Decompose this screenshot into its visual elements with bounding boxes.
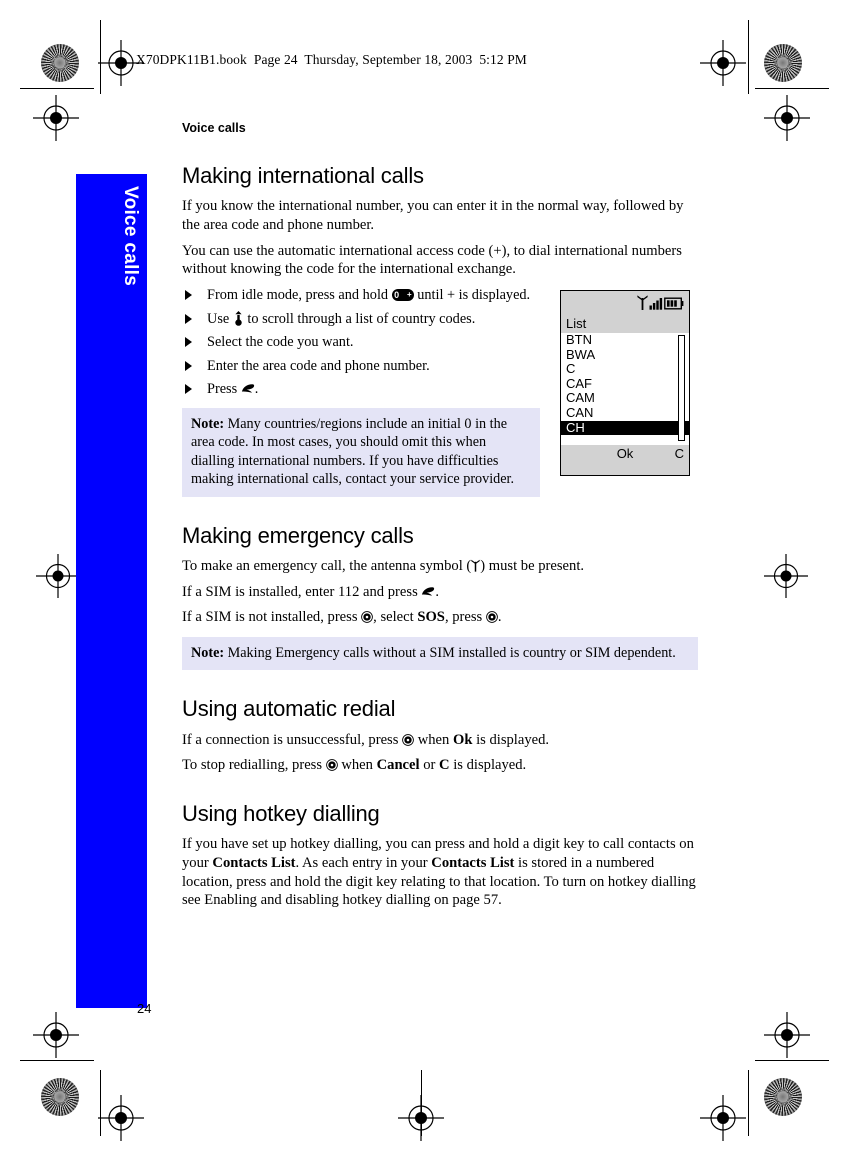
list-item: Select the code you want. bbox=[182, 333, 542, 352]
crop-line-bottom-left-horizontal bbox=[20, 1060, 94, 1061]
list-item: Press . bbox=[182, 380, 542, 399]
rosette-mark-bottom-left bbox=[41, 1078, 79, 1116]
international-paragraph-1: If you know the international number, yo… bbox=[182, 198, 684, 233]
crop-line-bottom-right-horizontal bbox=[755, 1060, 829, 1061]
registration-cross-bottom-right bbox=[700, 1095, 746, 1141]
softkey-icon bbox=[361, 611, 374, 624]
list-item: Use to scroll through a list of country … bbox=[182, 310, 542, 329]
redial-line-1: If a connection is unsuccessful, press w… bbox=[182, 731, 698, 750]
section-heading-international-calls: Making international calls bbox=[182, 163, 424, 188]
emergency-line-2: If a SIM is installed, enter 112 and pre… bbox=[182, 583, 698, 602]
antenna-icon bbox=[471, 559, 480, 572]
bullet-triangle-icon bbox=[185, 337, 192, 348]
note-text: Many countries/regions include an initia… bbox=[191, 415, 515, 488]
crop-line-top-left-horizontal bbox=[20, 88, 94, 89]
international-steps-list: From idle mode, press and hold 0 + until … bbox=[182, 286, 542, 399]
manual-page: X70DPK11B1.book Page 24 Thursday, Septem… bbox=[0, 0, 843, 1156]
note-box-international: Note: Many countries/regions include an … bbox=[182, 407, 540, 497]
send-key-icon bbox=[422, 586, 435, 596]
emergency-line-1-before: To make an emergency call, the antenna s… bbox=[182, 557, 472, 574]
chapter-side-tab: Voice calls bbox=[76, 174, 147, 1008]
emergency-line-1-after: ) must be present. bbox=[480, 557, 585, 574]
emergency-line-3: If a SIM is not installed, press , selec… bbox=[182, 608, 698, 627]
bullet-triangle-icon bbox=[185, 384, 192, 395]
step-text-after: to scroll through a list of country code… bbox=[243, 310, 476, 327]
redial-ok-bold: Ok bbox=[452, 731, 473, 748]
rosette-mark-top-right bbox=[764, 44, 802, 82]
crop-line-bottom-right-vertical bbox=[748, 1070, 749, 1136]
registration-cross-top-right bbox=[700, 40, 746, 86]
registration-cross-lower-right bbox=[764, 1012, 810, 1058]
emergency-line-3-a: If a SIM is not installed, press bbox=[182, 609, 362, 626]
page-content: Voice calls Making international calls I… bbox=[182, 121, 698, 910]
registration-cross-upper-right bbox=[764, 95, 810, 141]
emergency-line-3-d: . bbox=[497, 609, 502, 626]
navigation-key-icon bbox=[235, 310, 242, 326]
note-text: Making Emergency calls without a SIM ins… bbox=[227, 645, 676, 661]
registration-cross-lower-left bbox=[33, 1012, 79, 1058]
emergency-line-2-after: . bbox=[435, 583, 440, 600]
redial-line-1-c: is displayed. bbox=[472, 731, 550, 748]
registration-cross-upper-left bbox=[33, 95, 79, 141]
rosette-mark-bottom-right bbox=[764, 1078, 802, 1116]
emergency-line-2-before: If a SIM is installed, enter 112 and pre… bbox=[182, 583, 422, 600]
list-item: Enter the area code and phone number. bbox=[182, 357, 542, 376]
chapter-side-tab-label: Voice calls bbox=[120, 186, 141, 287]
step-text-before: Use bbox=[207, 310, 233, 327]
registration-cross-mid-left bbox=[36, 554, 80, 598]
section-heading-emergency-calls: Making emergency calls bbox=[182, 522, 414, 548]
hotkey-contacts-list-bold-2: Contacts List bbox=[431, 855, 515, 872]
crop-line-top-right-vertical bbox=[748, 20, 749, 94]
hotkey-paragraph: If you have set up hotkey dialling, you … bbox=[182, 835, 698, 910]
rosette-mark-top-left bbox=[41, 44, 79, 82]
bullet-triangle-icon bbox=[185, 360, 192, 371]
softkey-icon bbox=[486, 611, 498, 624]
emergency-line-3-c: , press bbox=[444, 609, 486, 626]
step-text-before: From idle mode, press and hold bbox=[207, 286, 392, 303]
hotkey-contacts-list-bold-1: Contacts List bbox=[212, 855, 296, 872]
registration-cross-mid-right bbox=[764, 554, 808, 598]
list-item: From idle mode, press and hold 0 + until … bbox=[182, 286, 542, 305]
redial-line-1-b: when bbox=[414, 731, 453, 748]
redial-line-2-b: when bbox=[337, 757, 377, 774]
section-heading-automatic-redial: Using automatic redial bbox=[182, 696, 396, 722]
redial-line-2-d: is displayed. bbox=[449, 757, 527, 774]
note-label: Note: bbox=[191, 645, 225, 661]
note-box-emergency: Note: Making Emergency calls without a S… bbox=[182, 637, 698, 671]
running-head: Voice calls bbox=[182, 121, 246, 135]
step-text-before: Press bbox=[207, 381, 241, 398]
emergency-line-1: To make an emergency call, the antenna s… bbox=[182, 557, 698, 576]
softkey-icon bbox=[325, 759, 338, 772]
bullet-triangle-icon bbox=[185, 289, 192, 300]
section-heading-hotkey-dialling: Using hotkey dialling bbox=[182, 801, 380, 827]
page-number: 24 bbox=[137, 1001, 152, 1016]
step-text-after: . bbox=[254, 381, 259, 398]
international-paragraph-2: You can use the automatic international … bbox=[182, 242, 682, 278]
crop-line-bottom-left-vertical bbox=[100, 1070, 101, 1136]
registration-cross-bottom-left bbox=[98, 1095, 144, 1141]
redial-line-2-c: or bbox=[419, 757, 440, 774]
step-text: Enter the area code and phone number. bbox=[207, 357, 430, 374]
note-label: Note: bbox=[191, 415, 225, 432]
step-text-after: until + is displayed. bbox=[413, 286, 531, 303]
redial-line-2: To stop redialling, press when Cancel or… bbox=[182, 756, 698, 775]
redial-line-2-a: To stop redialling, press bbox=[182, 757, 326, 774]
crop-line-top-right-horizontal bbox=[755, 88, 829, 89]
step-text: Select the code you want. bbox=[207, 334, 354, 351]
crop-line-top-left-vertical bbox=[100, 20, 101, 94]
bullet-triangle-icon bbox=[185, 313, 192, 324]
hotkey-text-b: . As each entry in your bbox=[295, 855, 432, 872]
redial-c-bold: C bbox=[439, 757, 450, 774]
emergency-sos-bold: SOS bbox=[417, 609, 445, 626]
emergency-line-3-b: , select bbox=[373, 609, 418, 626]
redial-cancel-bold: Cancel bbox=[376, 757, 420, 774]
key-zero-plus-icon: 0 + bbox=[391, 288, 414, 301]
document-header-line: X70DPK11B1.book Page 24 Thursday, Septem… bbox=[136, 52, 527, 67]
softkey-icon bbox=[402, 733, 414, 746]
send-key-icon bbox=[241, 384, 254, 393]
crop-line-bottom-center-vertical bbox=[421, 1070, 422, 1136]
redial-line-1-a: If a connection is unsuccessful, press bbox=[182, 731, 403, 748]
